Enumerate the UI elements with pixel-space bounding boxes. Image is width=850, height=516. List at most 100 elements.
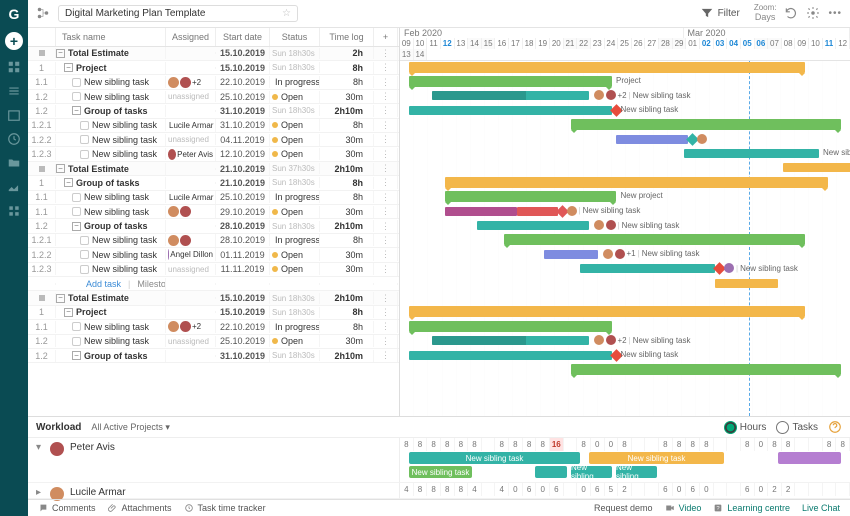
row-menu-icon[interactable]: ⋮ <box>374 320 398 333</box>
row-menu-icon[interactable]: ⋮ <box>374 191 398 204</box>
collapse-toggle[interactable]: − <box>72 222 81 231</box>
row-menu-icon[interactable]: ⋮ <box>374 90 398 103</box>
footer-tracker[interactable]: Task time tracker <box>184 503 266 513</box>
task-row[interactable]: 1.2.2New sibling taskAngel Dillon01.11.2… <box>28 248 399 262</box>
expand-icon[interactable]: ▸ <box>36 487 44 498</box>
task-row[interactable]: 1.2.2New sibling taskunassigned04.11.201… <box>28 133 399 147</box>
workload-bar[interactable] <box>778 452 841 464</box>
workload-person[interactable]: ▸Lucile Armar <box>28 483 400 499</box>
row-menu-icon[interactable]: ⋮ <box>374 104 398 117</box>
footer-attachments[interactable]: Attachments <box>108 503 172 513</box>
task-checkbox[interactable] <box>80 236 89 245</box>
workload-bar[interactable]: New sibling task <box>409 452 580 464</box>
gantt-bar[interactable] <box>445 191 616 202</box>
task-row[interactable]: 1.2−Group of tasks31.10.2019Sun 18h30s2h… <box>28 349 399 363</box>
workload-bar[interactable]: New sibling... <box>616 466 657 478</box>
gantt-bar[interactable] <box>432 336 590 345</box>
nav-clock-icon[interactable] <box>7 132 21 146</box>
gantt-bar[interactable] <box>409 76 612 87</box>
nav-grid-icon[interactable] <box>7 204 21 218</box>
gantt-bar[interactable] <box>409 321 612 332</box>
collapse-toggle[interactable]: − <box>64 178 73 187</box>
task-row[interactable]: 1.2.3New sibling taskunassigned11.11.201… <box>28 263 399 277</box>
task-row[interactable]: 1.1New sibling task29.10.2019Open30m⋮ <box>28 205 399 219</box>
task-row[interactable]: 1−Group of tasks21.10.2019Sun 18h30s8h⋮ <box>28 176 399 190</box>
gantt-bar[interactable] <box>409 106 612 115</box>
gantt-bar[interactable] <box>432 91 590 100</box>
row-menu-icon[interactable]: ⋮ <box>374 306 398 319</box>
gantt-bar[interactable] <box>445 207 517 216</box>
row-menu-icon[interactable]: ⋮ <box>374 263 398 276</box>
footer-demo[interactable]: Request demo <box>594 503 653 513</box>
nav-calendar-icon[interactable] <box>7 108 21 122</box>
task-checkbox[interactable] <box>72 92 81 101</box>
task-row[interactable]: 1.2New sibling taskunassigned25.10.2019O… <box>28 335 399 349</box>
collapse-toggle[interactable]: − <box>56 49 65 58</box>
collapse-toggle[interactable]: − <box>72 106 81 115</box>
help-icon[interactable] <box>828 420 842 434</box>
nav-projects-icon[interactable] <box>7 60 21 74</box>
row-menu-icon[interactable]: ⋮ <box>374 61 398 74</box>
avatar[interactable] <box>168 249 169 260</box>
task-row[interactable]: −Total Estimate15.10.2019Sun 18h30s2h10m… <box>28 291 399 305</box>
row-menu-icon[interactable]: ⋮ <box>374 292 398 305</box>
collapse-toggle[interactable]: − <box>72 351 81 360</box>
task-checkbox[interactable] <box>80 265 89 274</box>
col-task-name[interactable]: Task name <box>56 28 166 46</box>
col-add[interactable]: + <box>374 28 398 46</box>
task-row[interactable]: 1.2.3New sibling taskPeter Avis12.10.201… <box>28 147 399 161</box>
workload-bar[interactable] <box>535 466 567 478</box>
row-menu-icon[interactable]: ⋮ <box>374 335 398 348</box>
row-menu-icon[interactable]: ⋮ <box>374 234 398 247</box>
task-row[interactable]: 1.1New sibling task+222.10.2019In progre… <box>28 75 399 89</box>
gantt-bar[interactable] <box>517 207 558 216</box>
row-menu-icon[interactable]: ⋮ <box>374 162 398 175</box>
task-checkbox[interactable] <box>80 150 89 159</box>
gantt-bar[interactable] <box>409 351 612 360</box>
collapse-toggle[interactable]: − <box>64 63 73 72</box>
nav-folder-icon[interactable] <box>7 156 21 170</box>
more-icon[interactable]: ••• <box>828 8 842 19</box>
workload-person[interactable]: ▾Peter Avis <box>28 438 400 483</box>
row-menu-icon[interactable]: ⋮ <box>374 349 398 362</box>
task-row[interactable]: 1.2New sibling taskunassigned25.10.2019O… <box>28 90 399 104</box>
add-task-link[interactable]: Add task <box>86 279 121 289</box>
filter-button[interactable]: Filter <box>694 4 746 22</box>
task-checkbox[interactable] <box>80 121 89 130</box>
gantt-bar[interactable] <box>715 279 778 288</box>
avatar[interactable] <box>168 149 176 160</box>
task-row[interactable]: 1.1New sibling taskLucile Armar25.10.201… <box>28 191 399 205</box>
col-assigned[interactable]: Assigned <box>166 28 216 46</box>
gantt-bar[interactable] <box>445 177 828 188</box>
workload-mode-hours[interactable]: Hours <box>724 421 767 434</box>
task-row[interactable]: 1−Project15.10.2019Sun 18h30s8h⋮ <box>28 306 399 320</box>
gantt-bar[interactable] <box>684 149 819 158</box>
gantt-bar[interactable] <box>783 163 850 172</box>
footer-video[interactable]: Video <box>665 503 702 513</box>
task-checkbox[interactable] <box>72 193 81 202</box>
task-row[interactable]: Add task|Milestone <box>28 277 399 291</box>
task-row[interactable]: −Total Estimate21.10.2019Sun 37h30s2h10m… <box>28 162 399 176</box>
row-menu-icon[interactable] <box>374 283 398 285</box>
project-title-input[interactable]: Digital Marketing Plan Template ☆ <box>58 5 298 22</box>
task-checkbox[interactable] <box>72 322 81 331</box>
gantt-bar[interactable] <box>571 119 841 130</box>
hierarchy-icon[interactable] <box>36 6 50 20</box>
undo-icon[interactable] <box>784 6 798 20</box>
zoom-control[interactable]: Zoom: Days <box>754 4 777 23</box>
workload-bar[interactable]: New sibling task <box>589 452 724 464</box>
workload-bar[interactable]: New sibling task <box>409 466 472 478</box>
row-menu-icon[interactable]: ⋮ <box>374 119 398 132</box>
collapse-toggle[interactable]: − <box>64 308 73 317</box>
task-row[interactable]: 1.1New sibling task+222.10.2019In progre… <box>28 320 399 334</box>
gantt-chart[interactable]: Feb 2020 Mar 2020 0910111213141516171819… <box>400 28 850 416</box>
workload-bar[interactable]: New sibling... <box>571 466 612 478</box>
gantt-bar[interactable] <box>409 306 805 317</box>
expand-icon[interactable]: ▾ <box>36 442 44 453</box>
task-row[interactable]: 1.2−Group of tasks28.10.2019Sun 18h30s2h… <box>28 219 399 233</box>
footer-learning[interactable]: ?Learning centre <box>713 503 790 513</box>
task-row[interactable]: −Total Estimate15.10.2019Sun 18h30s2h⋮ <box>28 47 399 61</box>
row-menu-icon[interactable]: ⋮ <box>374 220 398 233</box>
task-checkbox[interactable] <box>72 207 81 216</box>
row-menu-icon[interactable]: ⋮ <box>374 76 398 89</box>
